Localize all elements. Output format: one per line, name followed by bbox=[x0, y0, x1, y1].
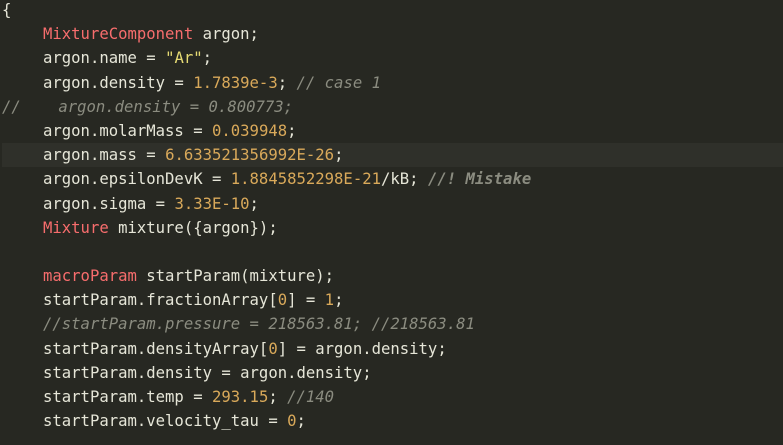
code-token-plain: startParam.fractionArray[ bbox=[43, 291, 278, 310]
code-token-plain: argon; bbox=[193, 25, 259, 44]
code-token-number: 0 bbox=[277, 291, 288, 310]
code-token-plain: ] = argon.density; bbox=[277, 339, 447, 358]
code-line[interactable]: argon.molarMass = 0.039948; bbox=[2, 119, 783, 143]
code-line[interactable]: startParam.density = argon.density; bbox=[2, 361, 783, 385]
code-token-plain: argon.molarMass = bbox=[43, 121, 212, 140]
code-line[interactable]: argon.density = 1.7839e-3; // case 1 bbox=[2, 71, 783, 95]
code-token-plain: ; bbox=[268, 388, 288, 406]
code-token-plain: startParam.density = argon.density; bbox=[43, 363, 372, 382]
code-token-number: 0.039948 bbox=[212, 121, 288, 140]
code-token-plain: argon.sigma = bbox=[43, 194, 175, 213]
code-lines[interactable]: {MixtureComponent argon; argon.name = "Ar… bbox=[2, 0, 783, 433]
code-line[interactable]: startParam.temp = 293.15; //140 bbox=[2, 385, 783, 409]
code-line[interactable]: startParam.fractionArray[0] = 1; bbox=[2, 288, 783, 312]
code-token-comment: // case 1 bbox=[296, 73, 382, 92]
code-token-number: 1.7839e-3 bbox=[193, 73, 278, 92]
code-line[interactable]: //startParam.pressure = 218563.81; //218… bbox=[2, 312, 783, 336]
code-token-number: 6.633521356992E-26 bbox=[165, 146, 335, 165]
code-token-plain: startParam(mixture); bbox=[136, 267, 335, 286]
code-line[interactable]: startParam.densityArray[0] = argon.densi… bbox=[2, 337, 783, 361]
code-token-plain: startParam.densityArray[ bbox=[43, 339, 269, 358]
code-line[interactable]: // argon.density = 0.800773; bbox=[2, 95, 783, 119]
code-token-plain: argon.mass = bbox=[43, 146, 166, 165]
code-token-comment: // argon.density = 0.800773; bbox=[2, 97, 294, 116]
code-line[interactable]: macroParam startParam(mixture); bbox=[2, 264, 783, 288]
code-token-number: 293.15 bbox=[212, 388, 269, 406]
code-token-plain: argon.name = bbox=[43, 49, 166, 68]
code-token-plain: ; bbox=[334, 291, 344, 310]
code-token-string: "Ar" bbox=[165, 49, 203, 68]
code-line[interactable]: MixtureComponent argon; bbox=[2, 22, 783, 46]
code-line[interactable]: argon.name = "Ar"; bbox=[2, 46, 783, 70]
code-token-plain: startParam.temp = bbox=[43, 388, 212, 406]
code-token-number: 1.8845852298E-21 bbox=[230, 170, 381, 189]
code-token-plain: mixture({argon}); bbox=[108, 218, 278, 237]
code-token-number: 3.33E-10 bbox=[174, 194, 250, 213]
code-line[interactable]: argon.mass = 6.633521356992E-26; bbox=[2, 143, 783, 168]
code-token-plain: argon.epsilonDevK = bbox=[43, 170, 231, 189]
code-token-type: macroParam bbox=[43, 267, 137, 286]
code-token-plain: { bbox=[2, 1, 12, 19]
code-token-number: 0 bbox=[287, 412, 297, 431]
code-token-plain: ; bbox=[202, 49, 213, 68]
code-token-plain: startParam.velocity_tau = bbox=[43, 412, 288, 431]
code-line[interactable] bbox=[2, 240, 783, 264]
code-token-type: MixtureComponent bbox=[43, 25, 194, 44]
code-token-comment-bold: //! Mistake bbox=[427, 170, 532, 189]
code-token-type: Mixture bbox=[43, 218, 109, 237]
code-token-plain: /kB; bbox=[380, 170, 428, 189]
code-line[interactable]: { bbox=[2, 0, 783, 22]
code-token-plain: ; bbox=[277, 73, 297, 92]
code-line[interactable]: Mixture mixture({argon}); bbox=[2, 216, 783, 240]
code-line[interactable]: startParam.velocity_tau = 0; bbox=[2, 409, 783, 433]
code-token-plain: ; bbox=[287, 121, 297, 140]
code-token-plain: ; bbox=[249, 194, 259, 213]
code-token-plain: ] = bbox=[287, 291, 325, 310]
code-token-comment: //140 bbox=[287, 388, 335, 406]
code-token-plain: ; bbox=[334, 146, 344, 165]
code-token-plain: ; bbox=[296, 412, 306, 431]
code-token-plain: argon.density = bbox=[43, 73, 194, 92]
code-line[interactable]: argon.sigma = 3.33E-10; bbox=[2, 192, 783, 216]
code-editor[interactable]: {MixtureComponent argon; argon.name = "Ar… bbox=[0, 0, 783, 445]
code-token-number: 1 bbox=[324, 291, 335, 310]
code-line[interactable]: argon.epsilonDevK = 1.8845852298E-21/kB;… bbox=[2, 167, 783, 191]
code-token-number: 0 bbox=[268, 339, 278, 358]
code-token-comment: //startParam.pressure = 218563.81; //218… bbox=[43, 315, 475, 334]
